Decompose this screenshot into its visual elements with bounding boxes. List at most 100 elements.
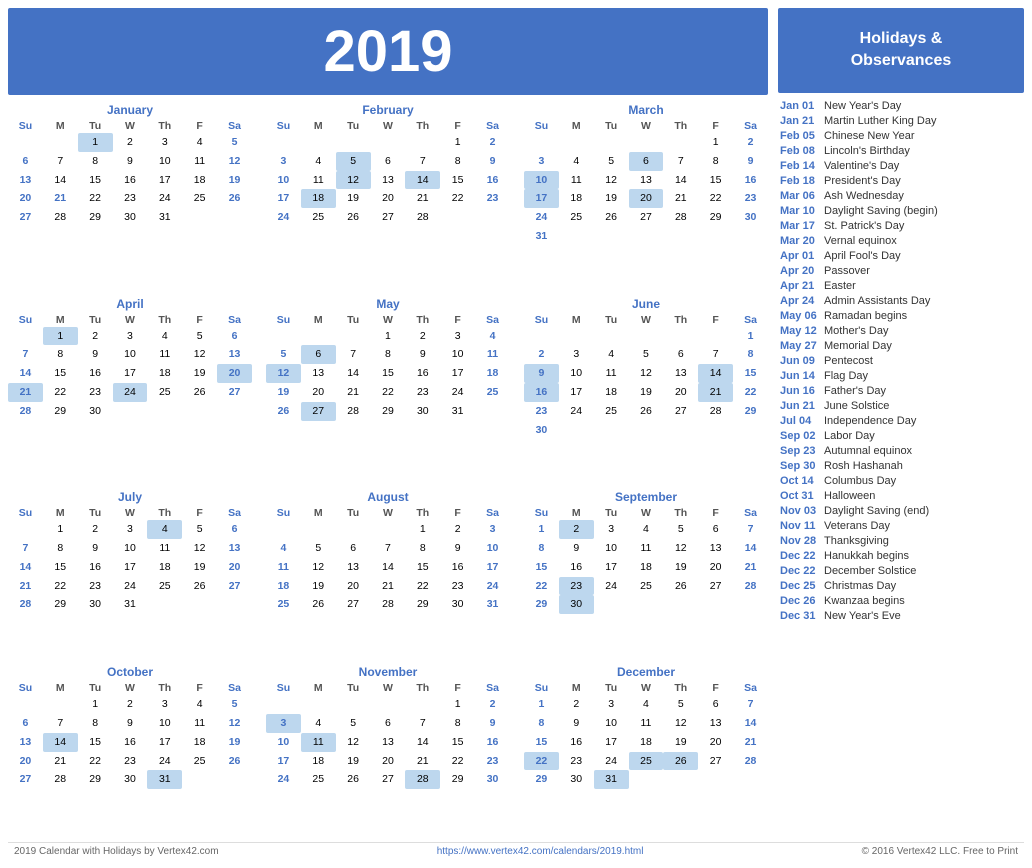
calendar-day: 12 bbox=[217, 714, 252, 733]
calendar-day: 22 bbox=[440, 189, 475, 208]
calendar-day: 9 bbox=[733, 152, 768, 171]
calendar-day: 24 bbox=[147, 189, 182, 208]
weekday-header-sa: Sa bbox=[217, 313, 252, 327]
calendar-day: 4 bbox=[475, 327, 510, 346]
holiday-item: Sep 23Autumnal equinox bbox=[780, 444, 1022, 459]
calendar-day: 17 bbox=[147, 733, 182, 752]
calendar-day bbox=[113, 402, 148, 421]
calendar-day bbox=[629, 327, 664, 346]
holiday-item: Jun 09Pentecost bbox=[780, 354, 1022, 369]
holiday-name: Father's Day bbox=[824, 385, 886, 397]
holiday-name: Passover bbox=[824, 265, 870, 277]
holiday-name: Christmas Day bbox=[824, 580, 896, 592]
weekday-header-tu: Tu bbox=[336, 119, 371, 133]
weekday-header-sa: Sa bbox=[475, 119, 510, 133]
holiday-name: Vernal equinox bbox=[824, 235, 897, 247]
calendar-day: 25 bbox=[147, 383, 182, 402]
calendar-day: 24 bbox=[147, 752, 182, 771]
calendar-day: 29 bbox=[43, 595, 78, 614]
holiday-item: Nov 28Thanksgiving bbox=[780, 534, 1022, 549]
calendar-day: 4 bbox=[266, 539, 301, 558]
calendar-day bbox=[217, 595, 252, 614]
calendar-day: 28 bbox=[8, 402, 43, 421]
weekday-header-th: Th bbox=[147, 119, 182, 133]
calendar-day bbox=[336, 327, 371, 346]
calendar-day: 24 bbox=[266, 208, 301, 227]
calendar-day: 13 bbox=[629, 171, 664, 190]
calendar-day bbox=[698, 421, 733, 440]
calendar-day: 22 bbox=[524, 752, 559, 771]
calendar-day: 5 bbox=[663, 520, 698, 539]
calendar-day: 30 bbox=[113, 208, 148, 227]
holiday-item: Mar 10Daylight Saving (begin) bbox=[780, 204, 1022, 219]
weekday-header-m: M bbox=[301, 313, 336, 327]
calendar-day: 27 bbox=[698, 577, 733, 596]
holiday-item: Jun 14Flag Day bbox=[780, 369, 1022, 384]
weekday-header-tu: Tu bbox=[336, 313, 371, 327]
calendar-day: 21 bbox=[8, 577, 43, 596]
calendar-day: 16 bbox=[524, 383, 559, 402]
weekday-header-sa: Sa bbox=[733, 119, 768, 133]
calendar-day: 19 bbox=[336, 189, 371, 208]
calendar-main: 2019 JanuarySuMTuWThFSa12345678910111213… bbox=[8, 8, 768, 830]
calendar-day: 30 bbox=[559, 595, 594, 614]
calendar-day: 5 bbox=[182, 520, 217, 539]
calendar-day: 12 bbox=[663, 714, 698, 733]
weekday-header-th: Th bbox=[147, 506, 182, 520]
calendar-day: 16 bbox=[559, 558, 594, 577]
month-title: July bbox=[8, 490, 252, 504]
calendar-day bbox=[405, 695, 440, 714]
calendar-day: 25 bbox=[559, 208, 594, 227]
weekday-header-w: W bbox=[371, 313, 406, 327]
holiday-date: Dec 22 bbox=[780, 565, 818, 577]
weekday-header-su: Su bbox=[524, 506, 559, 520]
calendar-day bbox=[336, 520, 371, 539]
calendar-day: 12 bbox=[663, 539, 698, 558]
calendar-day: 11 bbox=[559, 171, 594, 190]
calendar-day: 11 bbox=[629, 714, 664, 733]
calendar-day: 26 bbox=[182, 577, 217, 596]
calendar-day: 28 bbox=[733, 752, 768, 771]
weekday-header-m: M bbox=[301, 681, 336, 695]
weekday-header-th: Th bbox=[147, 313, 182, 327]
calendar-day: 17 bbox=[524, 189, 559, 208]
calendar-day: 6 bbox=[698, 695, 733, 714]
calendar-day: 13 bbox=[336, 558, 371, 577]
calendar-day: 21 bbox=[698, 383, 733, 402]
calendar-day: 27 bbox=[301, 402, 336, 421]
calendar-day bbox=[266, 133, 301, 152]
weekday-header-w: W bbox=[629, 119, 664, 133]
calendar-day: 8 bbox=[440, 714, 475, 733]
holiday-item: Feb 18President's Day bbox=[780, 174, 1022, 189]
calendar-day: 16 bbox=[78, 364, 113, 383]
holiday-item: Dec 22Hanukkah begins bbox=[780, 549, 1022, 564]
weekday-header-m: M bbox=[301, 119, 336, 133]
weekday-header-tu: Tu bbox=[336, 506, 371, 520]
calendar-day: 7 bbox=[8, 539, 43, 558]
calendar-day: 6 bbox=[8, 152, 43, 171]
calendar-day: 19 bbox=[301, 577, 336, 596]
calendar-day bbox=[559, 327, 594, 346]
calendar-day: 20 bbox=[663, 383, 698, 402]
calendar-day: 10 bbox=[266, 171, 301, 190]
holiday-date: Nov 28 bbox=[780, 535, 818, 547]
calendar-day: 15 bbox=[371, 364, 406, 383]
calendar-day: 27 bbox=[698, 752, 733, 771]
calendar-day: 16 bbox=[78, 558, 113, 577]
month-block-july: JulySuMTuWThFSa1234567891011121314151617… bbox=[8, 490, 252, 655]
weekday-header-su: Su bbox=[266, 119, 301, 133]
calendar-day: 11 bbox=[475, 345, 510, 364]
calendar-day: 6 bbox=[8, 714, 43, 733]
calendar-day: 3 bbox=[594, 520, 629, 539]
calendar-day: 13 bbox=[371, 733, 406, 752]
calendar-day bbox=[663, 421, 698, 440]
holiday-date: Feb 14 bbox=[780, 160, 818, 172]
footer-right: © 2016 Vertex42 LLC. Free to Print bbox=[862, 846, 1018, 857]
calendar-day: 2 bbox=[113, 695, 148, 714]
calendar-day: 8 bbox=[43, 539, 78, 558]
weekday-header-su: Su bbox=[266, 313, 301, 327]
holiday-name: Kwanzaa begins bbox=[824, 595, 905, 607]
calendar-day: 10 bbox=[594, 714, 629, 733]
calendar-day: 30 bbox=[78, 595, 113, 614]
weekday-header-m: M bbox=[43, 681, 78, 695]
